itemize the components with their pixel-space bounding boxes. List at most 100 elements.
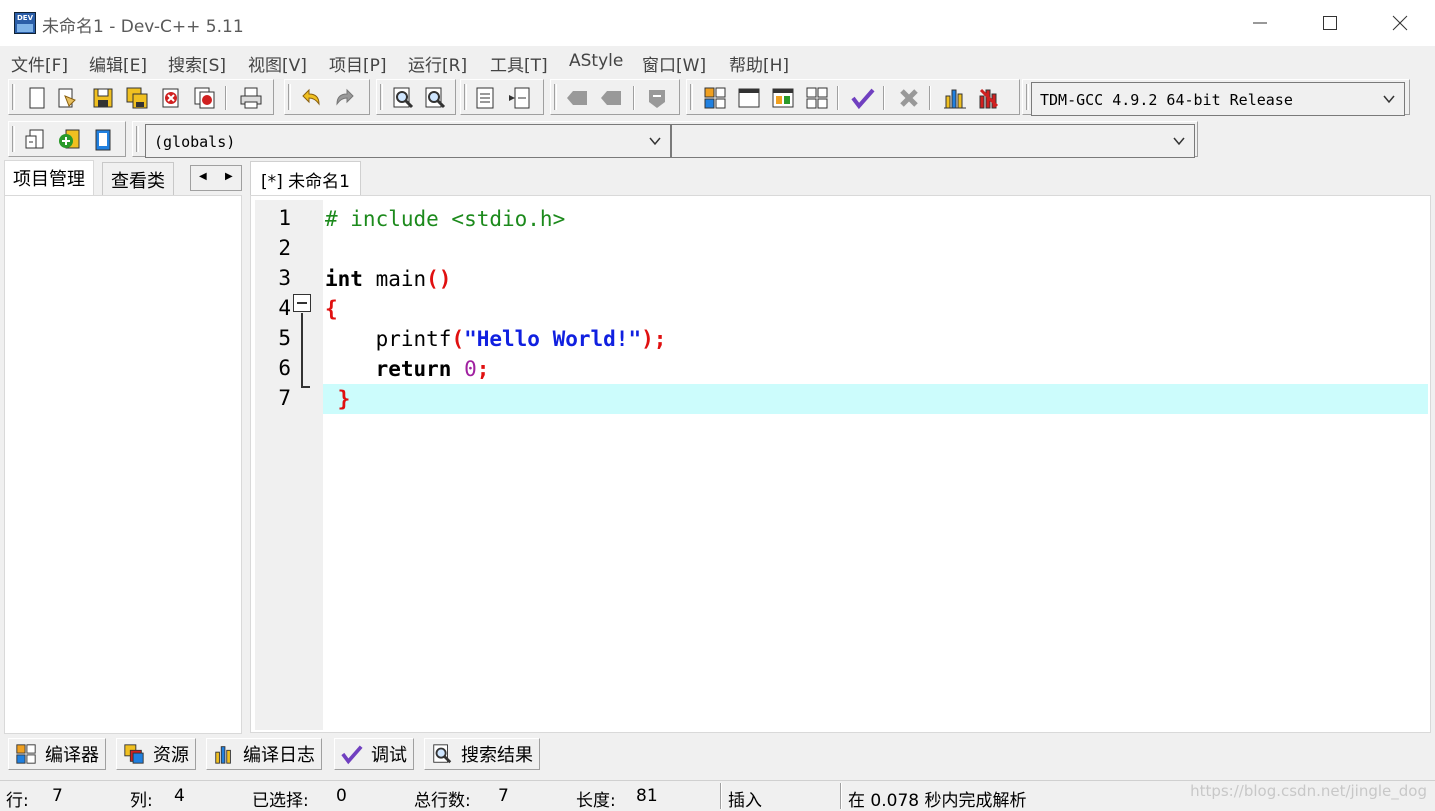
close-button[interactable]	[1365, 0, 1435, 46]
unindent-icon[interactable]	[565, 86, 589, 110]
code-line[interactable]: {	[323, 294, 1428, 324]
chevron-down-icon	[1383, 95, 1395, 104]
compile-run-icon[interactable]	[771, 86, 795, 110]
resources-icon	[124, 744, 144, 764]
code-line[interactable]: int main()	[323, 264, 1428, 294]
menu-edit[interactable]: 编辑[E]	[89, 51, 147, 76]
status-col-value: 4	[174, 786, 185, 806]
symbol-select[interactable]	[671, 124, 1195, 158]
syntax-check-icon[interactable]	[851, 86, 875, 110]
line-number: 4	[278, 296, 291, 320]
file-toolbar	[8, 79, 274, 115]
code-token: int	[325, 267, 363, 291]
status-col-label: 列:	[130, 791, 153, 811]
window-title: 未命名1 - Dev-C++ 5.11	[42, 17, 244, 37]
compiler-toolbar: TDM-GCC 4.9.2 64-bit Release	[1022, 79, 1410, 116]
bottom-panel-tabs: 编译器 资源 编译日志 调试 搜索结果	[0, 736, 1435, 772]
menu-astyle[interactable]: AStyle	[569, 51, 623, 71]
close-file-icon[interactable]	[159, 86, 183, 110]
secondary-toolbar: (globals)	[0, 118, 1200, 160]
line-number: 3	[278, 266, 291, 290]
debug-check-icon	[341, 745, 363, 765]
save-icon[interactable]	[91, 86, 115, 110]
left-arrow-icon[interactable]: ◀	[199, 171, 207, 182]
code-token: return	[375, 357, 452, 381]
fold-guide	[301, 313, 303, 387]
editor-tabs: [*] 未命名1	[250, 160, 1430, 196]
line-number: 5	[278, 326, 291, 350]
compiler-select[interactable]: TDM-GCC 4.9.2 64-bit Release	[1031, 82, 1405, 116]
scope-select[interactable]: (globals)	[145, 124, 671, 158]
tab-compiler[interactable]: 编译器	[8, 738, 106, 770]
new-project-icon[interactable]	[23, 128, 47, 152]
indent-icon[interactable]	[599, 86, 623, 110]
minimize-button[interactable]	[1225, 0, 1295, 46]
project-tree[interactable]	[4, 195, 242, 734]
menu-window[interactable]: 窗口[W]	[642, 51, 706, 76]
status-total-lines-value: 7	[498, 786, 509, 806]
line-number: 2	[278, 236, 291, 260]
profile-icon[interactable]	[943, 86, 967, 110]
replace-icon[interactable]	[423, 86, 447, 110]
undo-icon[interactable]	[299, 86, 323, 110]
tab-class-browser[interactable]: 查看类	[102, 162, 174, 196]
fold-toggle-icon[interactable]	[293, 294, 311, 312]
status-length-value: 81	[636, 786, 658, 806]
remove-from-project-icon[interactable]	[91, 128, 115, 152]
add-to-project-icon[interactable]	[57, 128, 81, 152]
code-editor[interactable]: 1 2 3 4 5 6 7 # include <stdio.h> int main() { p…	[250, 195, 1431, 733]
code-line[interactable]: # include <stdio.h>	[323, 204, 1428, 234]
menu-tools[interactable]: 工具[T]	[490, 51, 548, 76]
save-all-icon[interactable]	[125, 86, 149, 110]
menu-help[interactable]: 帮助[H]	[729, 51, 789, 76]
tab-resources[interactable]: 资源	[116, 738, 196, 770]
goto-line-icon[interactable]	[473, 86, 497, 110]
tab-search-results[interactable]: 搜索结果	[424, 738, 540, 770]
bookmark-icon[interactable]	[507, 86, 531, 110]
toggle-comment-icon[interactable]	[645, 86, 669, 110]
tab-compile-log[interactable]: 编译日志	[206, 738, 322, 770]
compiler-icon	[16, 744, 36, 764]
scope-toolbar: (globals)	[132, 121, 1198, 158]
code-line[interactable]: printf("Hello World!");	[323, 324, 1428, 354]
menu-view[interactable]: 视图[V]	[248, 51, 307, 76]
tab-debug[interactable]: 调试	[334, 738, 414, 770]
rebuild-icon[interactable]	[805, 86, 829, 110]
tab-untitled1[interactable]: [*] 未命名1	[250, 161, 361, 196]
code-line[interactable]: return 0;	[323, 354, 1428, 384]
indent-toolbar	[550, 79, 680, 115]
main-toolbar: TDM-GCC 4.9.2 64-bit Release	[0, 76, 1435, 118]
chevron-down-icon	[1173, 137, 1185, 146]
tab-scroll-buttons[interactable]: ◀ ▶	[190, 165, 242, 191]
new-file-icon[interactable]	[25, 86, 49, 110]
code-area[interactable]: # include <stdio.h> int main() { printf("H…	[323, 200, 1428, 730]
menu-run[interactable]: 运行[R]	[408, 51, 467, 76]
redo-icon[interactable]	[333, 86, 357, 110]
menu-search[interactable]: 搜索[S]	[168, 51, 226, 76]
run-icon[interactable]	[737, 86, 761, 110]
find-icon[interactable]	[391, 86, 415, 110]
right-arrow-icon[interactable]: ▶	[225, 171, 233, 182]
app-icon: DEV	[14, 12, 36, 34]
status-selected-value: 0	[336, 786, 347, 806]
code-token: ;	[476, 357, 490, 381]
menu-file[interactable]: 文件[F]	[11, 51, 68, 76]
delete-profile-icon[interactable]	[977, 86, 1001, 110]
code-line[interactable]	[323, 234, 1428, 264]
maximize-button[interactable]	[1295, 0, 1365, 46]
project-panel: 项目管理 查看类 ◀ ▶	[4, 160, 242, 734]
open-file-icon[interactable]	[55, 86, 79, 110]
title-bar: DEV 未命名1 - Dev-C++ 5.11	[0, 0, 1435, 46]
line-number-gutter: 1 2 3 4 5 6 7	[255, 200, 323, 730]
compile-icon[interactable]	[703, 86, 727, 110]
close-all-icon[interactable]	[193, 86, 217, 110]
compile-log-icon	[215, 746, 231, 764]
tab-project-manager[interactable]: 项目管理	[4, 160, 94, 196]
code-line[interactable]: }	[323, 384, 1428, 414]
find-toolbar	[376, 79, 456, 115]
code-token: }	[325, 387, 351, 411]
stop-execution-icon[interactable]	[897, 86, 921, 110]
print-icon[interactable]	[239, 86, 263, 110]
menu-project[interactable]: 项目[P]	[329, 51, 387, 76]
